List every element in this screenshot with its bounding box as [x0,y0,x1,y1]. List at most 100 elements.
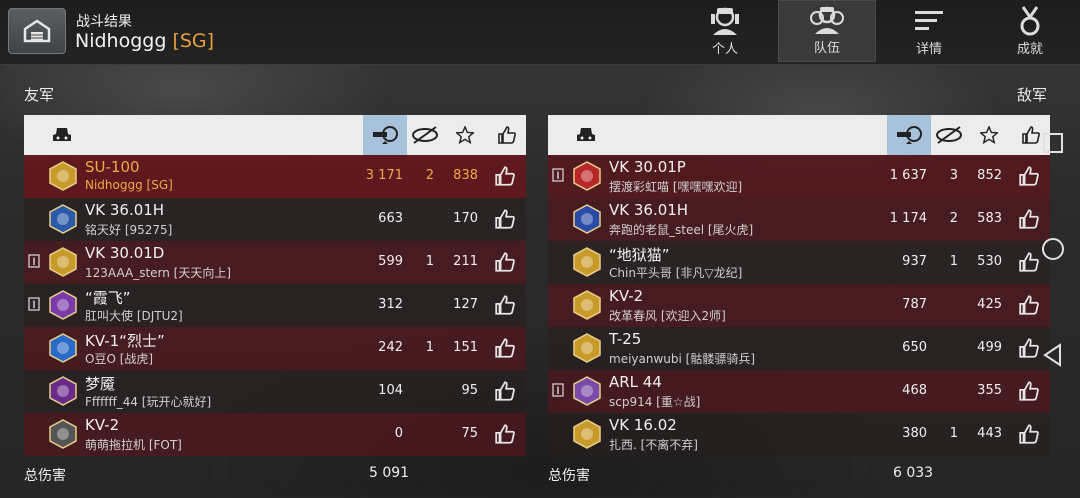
damage-column-header[interactable] [363,115,407,155]
table-row[interactable]: KV-1“烈士” O豆O [战虎] 242 1 151 [24,327,526,370]
player-name: 123AAA_stern [天天向上] [85,266,232,280]
player-name: Fffffff_44 [玩开心就好] [85,395,212,409]
thumbs-up-icon[interactable] [1018,294,1040,316]
tank-name: VK 36.01H [609,201,689,219]
table-row[interactable]: 梦魇 Fffffff_44 [玩开心就好] 104 95 [24,370,526,413]
player-name: meiyanwubi [骷髅骠骑兵] [609,352,756,366]
thumbs-up-icon[interactable] [494,251,516,273]
likes-column-header[interactable] [495,115,519,155]
thumbs-up-icon[interactable] [1018,251,1040,273]
tank-name: “霞飞” [85,289,131,307]
table-row[interactable]: VK 36.01H 铭天好 [95275] 663 170 [24,198,526,241]
thumbs-up-icon[interactable] [1018,337,1040,359]
tab-team[interactable]: 队伍 [778,0,876,62]
kills-value: 2 [425,168,434,183]
table-row[interactable]: VK 30.01D 123AAA_stern [天天向上] 599 1 211 [24,241,526,284]
enemies-total-damage: 6 033 [893,465,934,481]
tank-crew-icon [711,7,739,35]
allies-total-label: 总伤害 [24,468,66,484]
thumbs-up-icon[interactable] [494,165,516,187]
score-column-header[interactable] [976,115,1002,155]
damage-value: 468 [902,383,927,398]
table-row[interactable]: T-25 meiyanwubi [骷髅骠骑兵] 650 499 [548,327,1050,370]
table-row[interactable]: ARL 44 scp914 [重☆战] 468 355 [548,370,1050,413]
damage-value: 663 [378,211,403,226]
kills-column-header[interactable] [934,115,964,155]
player-name: 萌萌拖拉机 [FOT] [85,438,182,452]
details-icon [915,11,943,30]
allies-header [24,115,526,155]
tank-name: T-25 [609,330,642,348]
thumbs-up-icon [1022,126,1040,144]
table-row[interactable]: VK 30.01P 摆渡彩虹喵 [嘿嘿嘿欢迎] 1 637 3 852 [548,155,1050,198]
player-name: 奔跑的老鼠_steel [尾火虎] [609,223,754,237]
table-row[interactable]: KV-2 萌萌拖拉机 [FOT] 0 75 [24,413,526,456]
damage-value: 3 171 [365,168,403,183]
tab-details[interactable]: 详情 [880,0,978,62]
enemies-panel: VK 30.01P 摆渡彩虹喵 [嘿嘿嘿欢迎] 1 637 3 852 VK 36.01H… [548,115,1050,456]
tank-emblem-icon [573,204,601,234]
tab-team-label: 队伍 [813,41,840,56]
score-value: 211 [453,254,478,269]
back-button[interactable] [1040,342,1066,368]
tank-name: VK 36.01H [85,201,165,219]
thumbs-up-icon[interactable] [1018,380,1040,402]
tank-emblem-icon [49,204,77,234]
score-value: 530 [977,254,1002,269]
player-title: Nidhoggg [SG] [75,30,214,52]
tank-emblem-icon [573,333,601,363]
table-row[interactable]: “地狱猫” Chin平头哥 [非凡▽龙纪] 937 1 530 [548,241,1050,284]
tank-name: “地狱猫” [609,246,670,264]
tank-emblem-icon [49,161,77,191]
tank-column-header[interactable] [574,115,598,155]
tank-column-header[interactable] [50,115,74,155]
player-name: Chin平头哥 [非凡▽龙纪] [609,266,743,280]
tab-achievements[interactable]: 成就 [981,0,1079,62]
kills-icon [936,126,962,144]
kills-column-header[interactable] [410,115,440,155]
thumbs-up-icon[interactable] [494,337,516,359]
score-value: 425 [977,297,1002,312]
home-button[interactable] [1040,236,1066,262]
table-row[interactable]: “霞飞” 肛叫大使 [DJTU2] 312 127 [24,284,526,327]
damage-column-header[interactable] [887,115,931,155]
tank-name: 梦魇 [85,375,116,393]
platoon-icon [28,254,40,268]
thumbs-up-icon[interactable] [1018,208,1040,230]
tank-emblem-icon [573,376,601,406]
medal-icon [1020,6,1040,36]
tank-name: ARL 44 [609,373,662,391]
player-name: 扎西. [不离不弃] [609,438,698,452]
damage-value: 242 [378,340,403,355]
recent-apps-button[interactable] [1040,130,1066,156]
score-value: 443 [977,426,1002,441]
tank-name: VK 30.01P [609,158,686,176]
tank-emblem-icon [573,290,601,320]
score-value: 127 [453,297,478,312]
tank-name: KV-1“烈士” [85,332,165,350]
tank-emblem-icon [573,161,601,191]
star-icon [456,126,474,144]
table-row[interactable]: SU-100 Nidhoggg [SG] 3 171 2 838 [24,155,526,198]
thumbs-up-icon[interactable] [494,208,516,230]
player-name: 改革春风 [欢迎入2师] [609,309,726,323]
score-column-header[interactable] [452,115,478,155]
damage-value: 0 [394,426,403,441]
table-row[interactable]: KV-2 改革春风 [欢迎入2师] 787 425 [548,284,1050,327]
tank-name: SU-100 [85,158,140,176]
thumbs-up-icon[interactable] [1018,165,1040,187]
thumbs-up-icon[interactable] [494,423,516,445]
damage-icon [897,126,922,144]
table-row[interactable]: VK 36.01H 奔跑的老鼠_steel [尾火虎] 1 174 2 583 [548,198,1050,241]
back-triangle-icon [1043,343,1061,367]
thumbs-up-icon[interactable] [494,380,516,402]
tank-name: VK 30.01D [85,244,165,262]
tank-emblem-icon [573,247,601,277]
tab-personal[interactable]: 个人 [676,0,774,62]
tank-icon [53,128,71,141]
thumbs-up-icon[interactable] [494,294,516,316]
score-value: 151 [453,340,478,355]
thumbs-up-icon[interactable] [1018,423,1040,445]
garage-button[interactable] [8,8,66,54]
table-row[interactable]: VK 16.02 扎西. [不离不弃] 380 1 443 [548,413,1050,456]
